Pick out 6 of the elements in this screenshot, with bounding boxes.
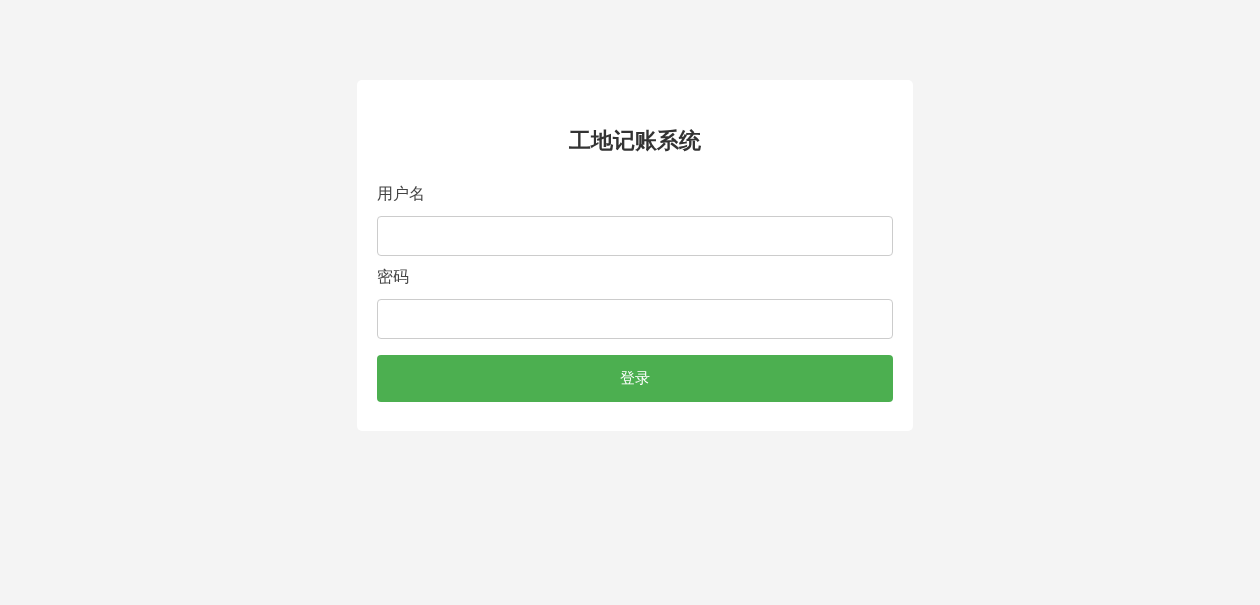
field-label: 密码 (377, 266, 409, 288)
field-label: 用户名 (377, 183, 425, 205)
input-field[interactable] (377, 299, 893, 339)
login-button[interactable]: 登录 (377, 355, 893, 402)
input-field[interactable] (377, 216, 893, 256)
login-title: 工地记账系统 (569, 127, 701, 155)
